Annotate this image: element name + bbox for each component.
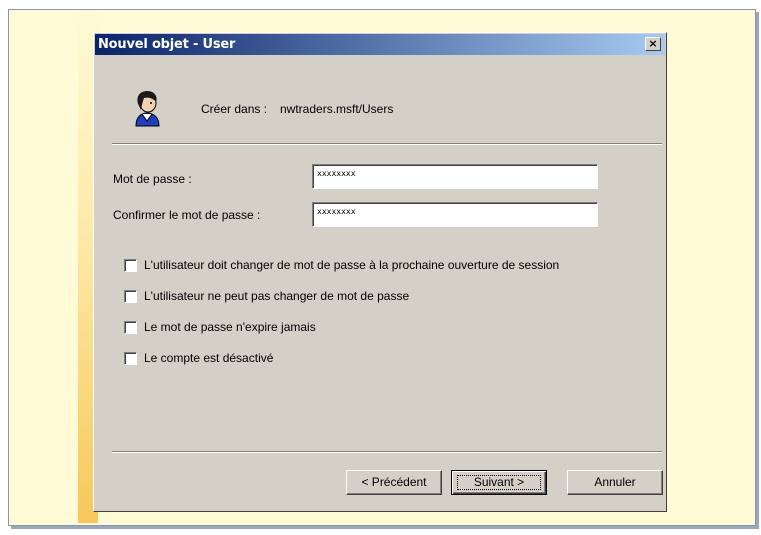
close-icon: × xyxy=(648,37,658,50)
next-button-label: Suivant > xyxy=(473,475,525,489)
option-label: Le compte est désactivé xyxy=(144,351,274,365)
checkbox[interactable] xyxy=(124,259,137,272)
user-icon xyxy=(135,91,160,127)
option-label: L'utilisateur doit changer de mot de pas… xyxy=(144,258,560,272)
checkbox[interactable] xyxy=(124,321,137,334)
checkbox[interactable] xyxy=(124,352,137,365)
option-label: L'utilisateur ne peut pas changer de mot… xyxy=(144,289,410,303)
close-button[interactable]: × xyxy=(645,37,661,51)
create-in-path: nwtraders.msft/Users xyxy=(280,102,394,116)
header-separator xyxy=(112,143,662,145)
confirm-password-label: Confirmer le mot de passe : xyxy=(113,208,261,222)
confirm-password-field[interactable]: xxxxxxxx xyxy=(312,202,598,227)
checkbox[interactable] xyxy=(124,290,137,303)
password-value: xxxxxxxx xyxy=(317,169,356,178)
password-label: Mot de passe : xyxy=(113,172,192,186)
title-bar[interactable]: Nouvel objet - User × xyxy=(95,34,665,55)
dialog-title: Nouvel objet - User xyxy=(98,37,236,52)
next-button[interactable]: Suivant > xyxy=(451,470,547,495)
back-button[interactable]: < Précédent xyxy=(346,470,442,495)
option-label: Le mot de passe n'expire jamais xyxy=(144,320,316,334)
password-field[interactable]: xxxxxxxx xyxy=(312,164,598,189)
confirm-password-value: xxxxxxxx xyxy=(317,207,356,216)
create-in-label: Créer dans : xyxy=(201,102,268,116)
new-user-dialog: Nouvel objet - User × Créer dans : nwtra… xyxy=(93,32,667,512)
footer-separator xyxy=(112,451,662,453)
cancel-button[interactable]: Annuler xyxy=(567,470,663,495)
